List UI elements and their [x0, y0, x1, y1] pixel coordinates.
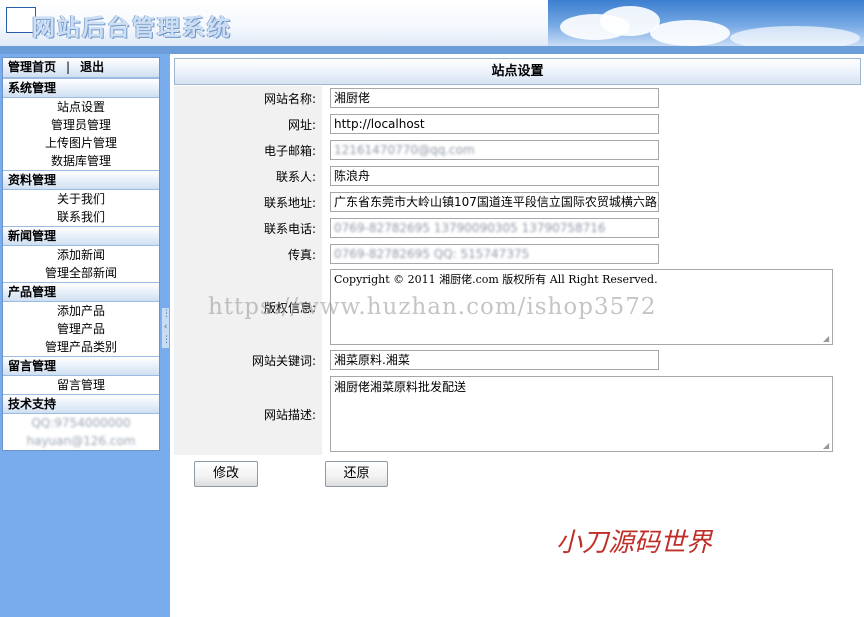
save-button[interactable]: 修改	[194, 461, 258, 487]
top-links-separator: |	[66, 60, 71, 74]
cloud-shape	[730, 26, 860, 46]
sidebar-item-manage-news[interactable]: 管理全部新闻	[3, 264, 159, 282]
fax-value: 0769-82782695 QQ: 515747375	[334, 247, 530, 261]
menu-group-system[interactable]: 系统管理	[3, 78, 159, 98]
logout-link[interactable]: 退出	[80, 60, 104, 74]
phone-value: 0769-82782695 13790090305 13790758716	[334, 221, 606, 235]
resize-grip-icon[interactable]: ◢	[823, 442, 831, 450]
sidebar-item-site-settings[interactable]: 站点设置	[3, 98, 159, 116]
support-qq: QQ:9754000000	[31, 416, 131, 430]
site-name-input[interactable]: 湘厨佬	[330, 88, 659, 108]
site-name-label: 网站名称:	[174, 86, 322, 111]
form-row-url: 网址: http://localhost	[174, 111, 861, 137]
form-row-site-name: 网站名称: 湘厨佬	[174, 86, 861, 111]
form-row-address: 联系地址: 广东省东莞市大岭山镇107国道连平段信立国际农贸城横六路5	[174, 189, 861, 215]
email-input[interactable]: 12161470770@qq.com	[330, 140, 659, 160]
sidebar: 管理首页 | 退出 系统管理 站点设置 管理员管理 上传图片管理 数据库管理 资料管…	[0, 54, 171, 617]
panel-title: 站点设置	[174, 58, 861, 85]
sidebar-item-add-news[interactable]: 添加新闻	[3, 246, 159, 264]
sidebar-item-about-us[interactable]: 关于我们	[3, 190, 159, 208]
menu-group-messages[interactable]: 留言管理	[3, 356, 159, 376]
menu-group-products[interactable]: 产品管理	[3, 282, 159, 302]
phone-label: 联系电话:	[174, 215, 322, 241]
menu-group-support[interactable]: 技术支持	[3, 394, 159, 414]
fax-input[interactable]: 0769-82782695 QQ: 515747375	[330, 244, 659, 264]
description-value: 湘厨佬湘菜原料批发配送	[334, 380, 467, 394]
keywords-input[interactable]: 湘菜原料.湘菜	[330, 350, 659, 370]
url-input[interactable]: http://localhost	[330, 114, 659, 134]
cloud-shape	[650, 20, 730, 46]
menu-group-info[interactable]: 资料管理	[3, 170, 159, 190]
sidebar-item-upload-images[interactable]: 上传图片管理	[3, 134, 159, 152]
sidebar-item-database[interactable]: 数据库管理	[3, 152, 159, 170]
sidebar-item-admin-manage[interactable]: 管理员管理	[3, 116, 159, 134]
form-row-email: 电子邮箱: 12161470770@qq.com	[174, 137, 861, 163]
form-row-phone: 联系电话: 0769-82782695 13790090305 13790758…	[174, 215, 861, 241]
home-link[interactable]: 管理首页	[8, 60, 56, 74]
system-title: 网站后台管理系统	[32, 14, 232, 41]
reset-button[interactable]: 还原	[325, 461, 388, 487]
url-label: 网址:	[174, 111, 322, 137]
form-row-keywords: 网站关键词: 湘菜原料.湘菜	[174, 347, 861, 373]
fax-label: 传真:	[174, 241, 322, 267]
sidebar-collapse-handle[interactable]: ⋮ ‹ ⋮	[161, 308, 171, 348]
email-label: 电子邮箱:	[174, 137, 322, 163]
contact-label: 联系人:	[174, 163, 322, 189]
email-value: 12161470770@qq.com	[334, 143, 475, 157]
sidebar-item-manage-products[interactable]: 管理产品	[3, 320, 159, 338]
sidebar-item-add-product[interactable]: 添加产品	[3, 302, 159, 320]
keywords-label: 网站关键词:	[174, 347, 322, 373]
resize-grip-icon[interactable]: ◢	[823, 335, 831, 343]
watermark-text: https://www.huzhan.com/ishop3572	[208, 294, 657, 320]
sidebar-menu: 管理首页 | 退出 系统管理 站点设置 管理员管理 上传图片管理 数据库管理 资料管…	[2, 57, 160, 451]
copyright-value: Copyright © 2011 湘厨佬.com 版权所有 All Right …	[334, 273, 658, 286]
menu-group-news[interactable]: 新闻管理	[3, 226, 159, 246]
description-label: 网站描述:	[174, 373, 322, 455]
source-stamp: 小刀源码世界	[556, 528, 713, 558]
sidebar-item-contact-us[interactable]: 联系我们	[3, 208, 159, 226]
sidebar-item-messages[interactable]: 留言管理	[3, 376, 159, 394]
form-row-fax: 传真: 0769-82782695 QQ: 515747375	[174, 241, 861, 267]
sidebar-item-product-categories[interactable]: 管理产品类别	[3, 338, 159, 356]
address-input[interactable]: 广东省东莞市大岭山镇107国道连平段信立国际农贸城横六路5	[330, 192, 659, 212]
top-links: 管理首页 | 退出	[3, 58, 159, 78]
form-row-contact: 联系人: 陈浪舟	[174, 163, 861, 189]
description-textarea[interactable]: 湘厨佬湘菜原料批发配送 ◢	[330, 376, 833, 452]
support-email: hayuan@126.com	[26, 434, 136, 448]
phone-input[interactable]: 0769-82782695 13790090305 13790758716	[330, 218, 659, 238]
address-label: 联系地址:	[174, 189, 322, 215]
contact-input[interactable]: 陈浪舟	[330, 166, 659, 186]
header-divider-band	[0, 46, 864, 54]
chevron-left-icon: ‹	[163, 322, 168, 332]
header-banner: 网站后台管理系统	[0, 0, 864, 46]
form-row-description: 网站描述: 湘厨佬湘菜原料批发配送 ◢	[174, 373, 861, 455]
